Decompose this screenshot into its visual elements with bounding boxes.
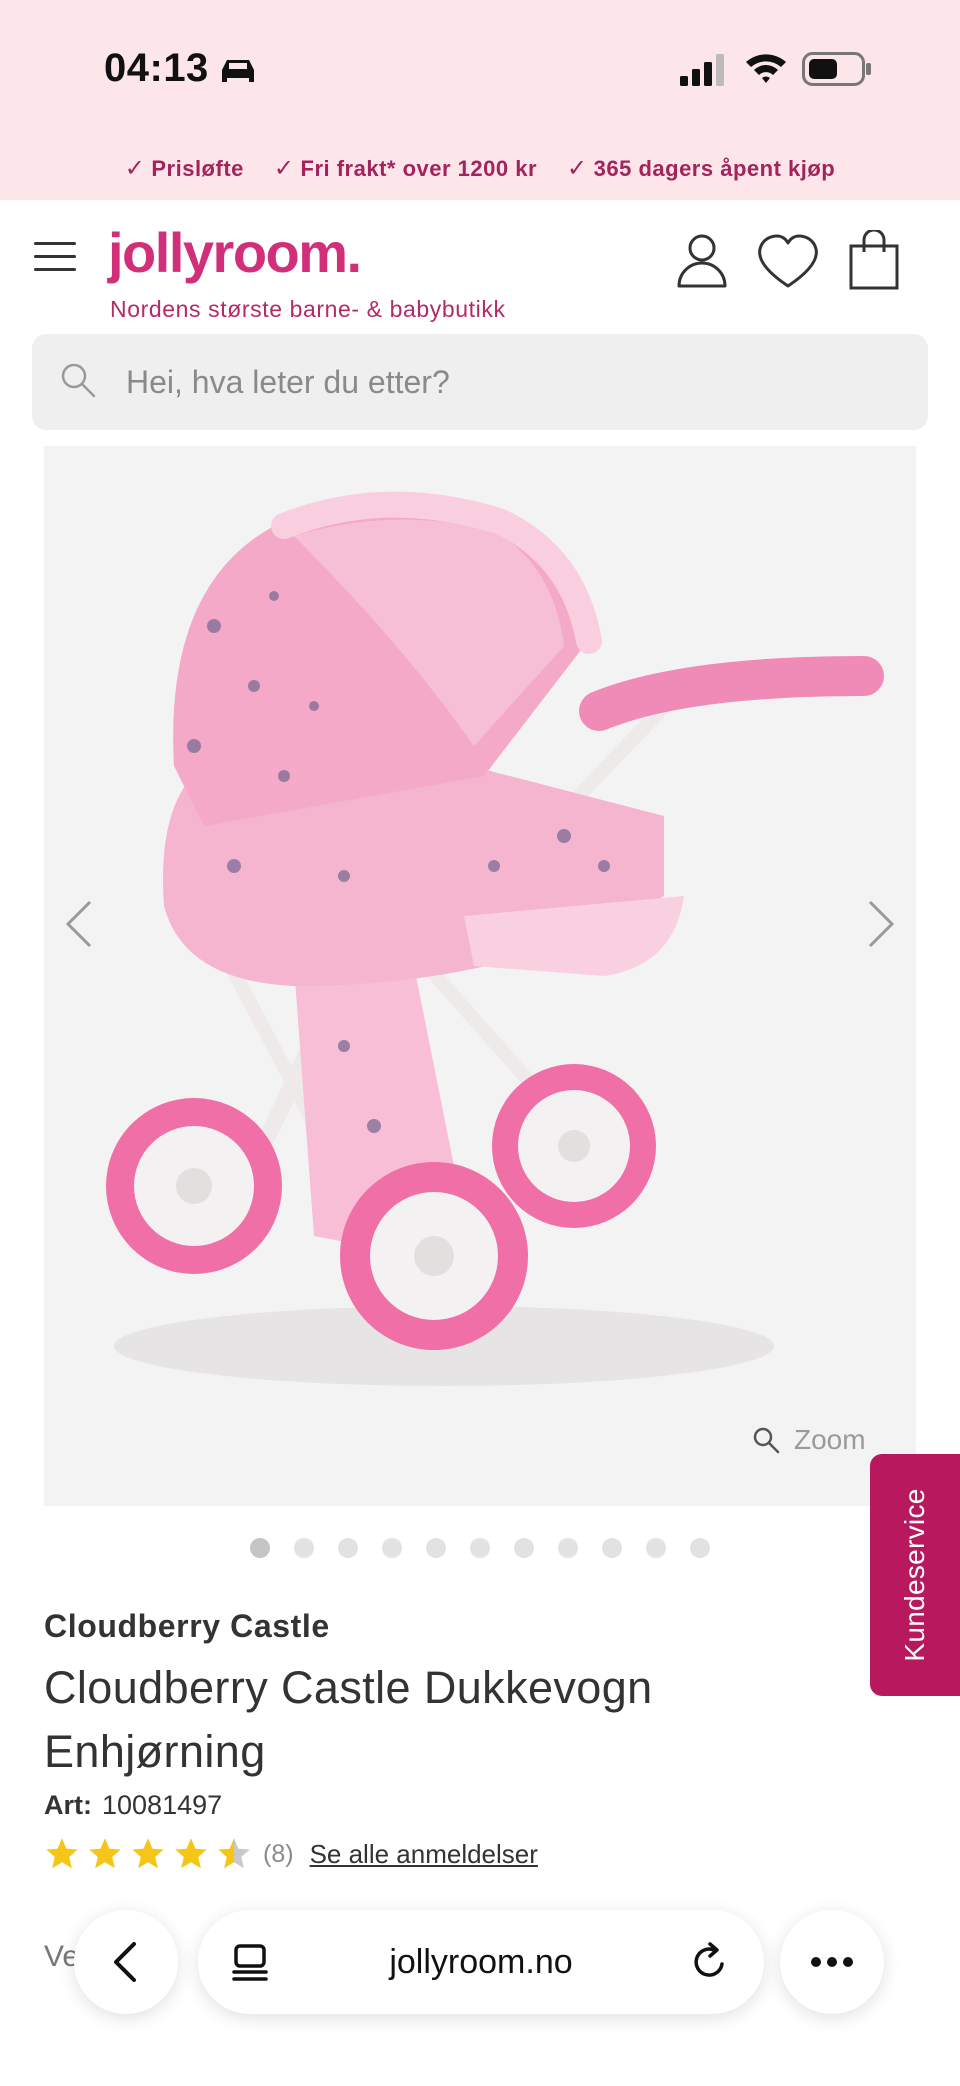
car-icon <box>222 60 254 82</box>
bag-icon[interactable] <box>848 230 900 290</box>
product-image[interactable] <box>44 446 916 1506</box>
gallery-dot[interactable] <box>470 1538 490 1558</box>
back-arrow-icon <box>114 1942 136 1982</box>
kundeservice-label: Kundeservice <box>899 1488 930 1662</box>
promo-item: ✓ Fri frakt* over 1200 kr <box>274 154 537 183</box>
gallery-dots <box>0 1538 960 1558</box>
battery-icon <box>802 52 871 86</box>
gallery-dot[interactable] <box>426 1538 446 1558</box>
star-icon <box>46 1838 78 1869</box>
gallery-dot[interactable] <box>690 1538 710 1558</box>
user-icon[interactable] <box>676 232 728 288</box>
promo-label: 365 dagers åpent kjøp <box>593 155 836 181</box>
zoom-label: Zoom <box>794 1424 866 1455</box>
gallery-dot[interactable] <box>514 1538 534 1558</box>
check-icon: ✓ <box>124 155 146 182</box>
kundeservice-tab[interactable]: Kundeservice <box>870 1454 960 1696</box>
gallery-dot[interactable] <box>558 1538 578 1558</box>
star-icon <box>89 1838 121 1869</box>
gallery-dot[interactable] <box>338 1538 358 1558</box>
star-icon <box>175 1838 207 1869</box>
gallery-dot[interactable] <box>646 1538 666 1558</box>
promo-label: Prisløfte <box>151 155 244 181</box>
promo-item: ✓ Prisløfte <box>125 154 244 183</box>
product-rating: (8) Se alle anmeldelser <box>44 1836 538 1872</box>
signal-icon <box>680 54 724 86</box>
article-number: Art: 10081497 <box>44 1790 222 1821</box>
article-value: 10081497 <box>102 1790 223 1820</box>
more-options-button[interactable] <box>780 1910 884 2014</box>
check-icon: ✓ <box>567 155 588 182</box>
check-icon: ✓ <box>273 155 295 182</box>
address-bar[interactable]: jollyroom.no <box>198 1910 764 2014</box>
zoom-icon <box>753 1427 780 1454</box>
review-count: (8) <box>263 1839 294 1868</box>
zoom-button[interactable]: Zoom <box>752 1424 866 1456</box>
star-icon <box>132 1838 164 1869</box>
browser-back-button[interactable] <box>74 1910 178 2014</box>
search-icon <box>61 363 96 398</box>
brand-tagline: Nordens største barne- & babybutikk <box>110 296 506 322</box>
wifi-icon <box>746 54 786 83</box>
promo-item: ✓ 365 dagers åpent kjøp <box>567 154 835 183</box>
doll-pram-illustration <box>106 491 884 1386</box>
status-time: 04:13 <box>104 46 209 90</box>
prev-image-arrow-icon[interactable] <box>60 896 100 952</box>
gallery-dot[interactable] <box>382 1538 402 1558</box>
promo-label: Fri frakt* over 1200 kr <box>300 155 538 181</box>
article-label: Art: <box>44 1790 92 1820</box>
gallery-dot[interactable] <box>294 1538 314 1558</box>
page: 04:13 ✓ Prisløfte ✓ Fri frakt* over 1200… <box>0 0 960 2086</box>
heart-icon[interactable] <box>756 234 820 290</box>
gallery-dot[interactable] <box>250 1538 270 1558</box>
next-image-arrow-icon[interactable] <box>860 896 900 952</box>
search-input[interactable] <box>126 334 906 430</box>
menu-icon[interactable] <box>34 240 78 274</box>
product-title: Cloudberry Castle Dukkevogn Enhjørning <box>44 1662 653 1777</box>
url-text[interactable]: jollyroom.no <box>198 1910 764 2014</box>
more-dots-icon <box>811 1957 853 1967</box>
product-brand[interactable]: Cloudberry Castle <box>44 1608 330 1645</box>
see-all-reviews-link[interactable]: Se alle anmeldelser <box>310 1839 538 1870</box>
brand-logo[interactable]: jollyroom. <box>108 220 362 285</box>
half-star-icon <box>218 1838 250 1869</box>
gallery-dot[interactable] <box>602 1538 622 1558</box>
search-bar[interactable] <box>32 334 928 430</box>
reload-icon[interactable] <box>688 1940 732 1984</box>
promo-bar: ✓ Prisløfte ✓ Fri frakt* over 1200 kr ✓ … <box>0 154 960 183</box>
